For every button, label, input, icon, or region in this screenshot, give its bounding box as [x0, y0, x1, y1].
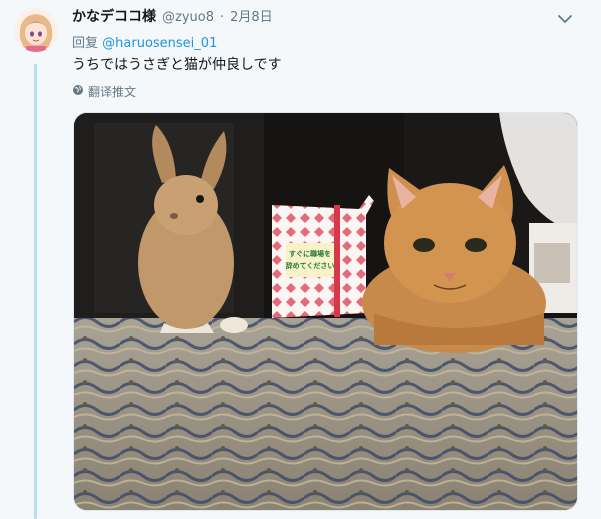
translate-label: 翻译推文 [88, 85, 137, 99]
globe-icon [72, 84, 84, 99]
reply-context: 回复 @haruosensei_01 [72, 32, 217, 51]
user-handle[interactable]: @zyuo8 [162, 10, 214, 25]
thread-line [34, 64, 37, 519]
tweet-text: うちではうさぎと猫が仲良しです [72, 57, 282, 73]
reply-prefix: 回复 [72, 36, 99, 51]
display-name[interactable]: かなデココ様 [72, 6, 156, 26]
box-text-line2: 辞めてください [286, 261, 335, 270]
reply-mention-link[interactable]: @haruosensei_01 [102, 36, 217, 51]
tweet-photo[interactable]: すぐに職場を 辞めてください [73, 112, 578, 511]
chevron-down-icon[interactable] [556, 10, 574, 28]
gift-box: すぐに職場を 辞めてください [272, 195, 374, 318]
separator: · [219, 10, 225, 25]
tweet-date[interactable]: 2月8日 [230, 6, 273, 25]
tweet-header: かなデココ様 @zyuo8 · 2月8日 [72, 6, 273, 26]
box-text-line1: すぐに職場を [289, 249, 331, 258]
translate-tweet-link[interactable]: 翻译推文 [72, 83, 136, 100]
avatar[interactable] [14, 8, 58, 52]
